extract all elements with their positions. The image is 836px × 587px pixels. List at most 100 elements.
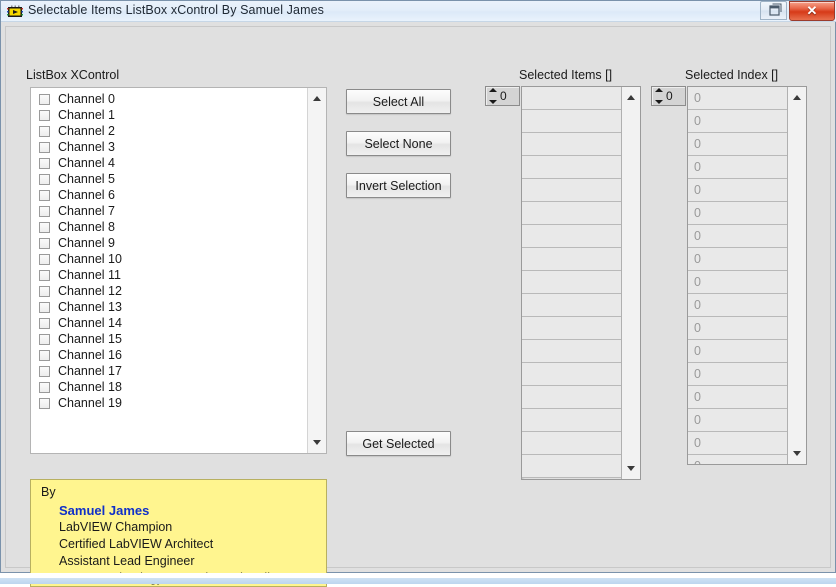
select-none-button[interactable]: Select None	[346, 131, 451, 156]
selected-items-index-control[interactable]: 0	[485, 86, 520, 106]
checkbox-icon[interactable]	[39, 301, 50, 313]
checkbox-icon[interactable]	[39, 125, 50, 137]
restore-window-button[interactable]	[760, 1, 787, 20]
checkbox-icon[interactable]	[39, 93, 50, 105]
checkbox-icon[interactable]	[39, 349, 50, 361]
array-cell[interactable]	[522, 340, 621, 363]
listbox-item[interactable]: Channel 11	[31, 267, 307, 283]
array-cell[interactable]: 0	[688, 409, 787, 432]
listbox-item[interactable]: Channel 1	[31, 107, 307, 123]
array-cell[interactable]	[522, 271, 621, 294]
selected-items-array[interactable]	[521, 86, 641, 480]
selected-index-scrollbar[interactable]	[787, 87, 806, 464]
selected-index-index-spinner[interactable]	[653, 88, 664, 104]
listbox-item[interactable]: Channel 14	[31, 315, 307, 331]
checkbox-icon[interactable]	[39, 253, 50, 265]
listbox-item[interactable]: Channel 2	[31, 123, 307, 139]
checkbox-icon[interactable]	[39, 333, 50, 345]
scroll-down-arrow-icon[interactable]	[622, 460, 640, 477]
listbox-item[interactable]: Channel 0	[31, 91, 307, 107]
get-selected-button[interactable]: Get Selected	[346, 431, 451, 456]
array-cell[interactable]: 0	[688, 386, 787, 409]
selected-index-array[interactable]: 00000000000000000	[687, 86, 807, 465]
checkbox-icon[interactable]	[39, 285, 50, 297]
checkbox-icon[interactable]	[39, 109, 50, 121]
checkbox-icon[interactable]	[39, 381, 50, 393]
checkbox-icon[interactable]	[39, 221, 50, 233]
spinner-up-icon[interactable]	[654, 88, 663, 92]
array-cell[interactable]	[522, 317, 621, 340]
close-window-button[interactable]: ✕	[789, 1, 835, 21]
array-cell[interactable]	[522, 386, 621, 409]
checkbox-icon[interactable]	[39, 157, 50, 169]
array-cell[interactable]: 0	[688, 87, 787, 110]
array-cell[interactable]	[522, 87, 621, 110]
listbox-item[interactable]: Channel 9	[31, 235, 307, 251]
checkbox-icon[interactable]	[39, 141, 50, 153]
scroll-up-arrow-icon[interactable]	[788, 89, 806, 106]
checkbox-icon[interactable]	[39, 317, 50, 329]
checkbox-icon[interactable]	[39, 173, 50, 185]
listbox-item[interactable]: Channel 8	[31, 219, 307, 235]
array-cell[interactable]: 0	[688, 271, 787, 294]
listbox-item[interactable]: Channel 17	[31, 363, 307, 379]
listbox-item[interactable]: Channel 18	[31, 379, 307, 395]
selected-items-scrollbar[interactable]	[621, 87, 640, 479]
listbox-item[interactable]: Channel 19	[31, 395, 307, 411]
checkbox-icon[interactable]	[39, 205, 50, 217]
array-cell[interactable]: 0	[688, 455, 787, 464]
spinner-down-icon[interactable]	[654, 100, 663, 104]
array-cell[interactable]: 0	[688, 156, 787, 179]
listbox-item[interactable]: Channel 3	[31, 139, 307, 155]
scroll-up-arrow-icon[interactable]	[308, 90, 326, 107]
array-cell[interactable]	[522, 110, 621, 133]
listbox-scrollbar[interactable]	[307, 88, 326, 453]
listbox-xcontrol[interactable]: Channel 0 Channel 1 Channel 2 Channel 3 Chan…	[30, 87, 327, 454]
array-cell[interactable]	[522, 363, 621, 386]
selected-index-index-control[interactable]: 0	[651, 86, 686, 106]
array-cell[interactable]	[522, 225, 621, 248]
array-cell[interactable]: 0	[688, 202, 787, 225]
listbox-item[interactable]: Channel 10	[31, 251, 307, 267]
array-cell[interactable]: 0	[688, 248, 787, 271]
scroll-down-arrow-icon[interactable]	[308, 434, 326, 451]
array-cell[interactable]: 0	[688, 317, 787, 340]
array-cell[interactable]	[522, 248, 621, 271]
listbox-item[interactable]: Channel 7	[31, 203, 307, 219]
array-cell[interactable]: 0	[688, 363, 787, 386]
listbox-item[interactable]: Channel 15	[31, 331, 307, 347]
checkbox-icon[interactable]	[39, 269, 50, 281]
array-cell[interactable]	[522, 409, 621, 432]
spinner-up-icon[interactable]	[488, 88, 497, 92]
array-cell[interactable]	[522, 179, 621, 202]
listbox-item[interactable]: Channel 6	[31, 187, 307, 203]
listbox-item[interactable]: Channel 4	[31, 155, 307, 171]
array-cell[interactable]	[522, 133, 621, 156]
select-all-button[interactable]: Select All	[346, 89, 451, 114]
array-cell[interactable]: 0	[688, 225, 787, 248]
scroll-up-arrow-icon[interactable]	[622, 89, 640, 106]
array-cell[interactable]	[522, 432, 621, 455]
listbox-item[interactable]: Channel 12	[31, 283, 307, 299]
array-cell[interactable]	[522, 202, 621, 225]
array-cell[interactable]: 0	[688, 179, 787, 202]
scroll-down-arrow-icon[interactable]	[788, 445, 806, 462]
array-cell[interactable]	[522, 156, 621, 179]
array-cell[interactable]: 0	[688, 432, 787, 455]
array-cell[interactable]: 0	[688, 133, 787, 156]
array-cell[interactable]: 0	[688, 340, 787, 363]
array-cell[interactable]	[522, 294, 621, 317]
array-cell[interactable]: 0	[688, 110, 787, 133]
invert-selection-button[interactable]: Invert Selection	[346, 173, 451, 198]
spinner-down-icon[interactable]	[488, 100, 497, 104]
listbox-item[interactable]: Channel 16	[31, 347, 307, 363]
selected-items-index-spinner[interactable]	[487, 88, 498, 104]
array-cell[interactable]	[522, 455, 621, 478]
listbox-item[interactable]: Channel 5	[31, 171, 307, 187]
checkbox-icon[interactable]	[39, 397, 50, 409]
listbox-item[interactable]: Channel 13	[31, 299, 307, 315]
checkbox-icon[interactable]	[39, 365, 50, 377]
checkbox-icon[interactable]	[39, 189, 50, 201]
array-cell[interactable]: 0	[688, 294, 787, 317]
checkbox-icon[interactable]	[39, 237, 50, 249]
